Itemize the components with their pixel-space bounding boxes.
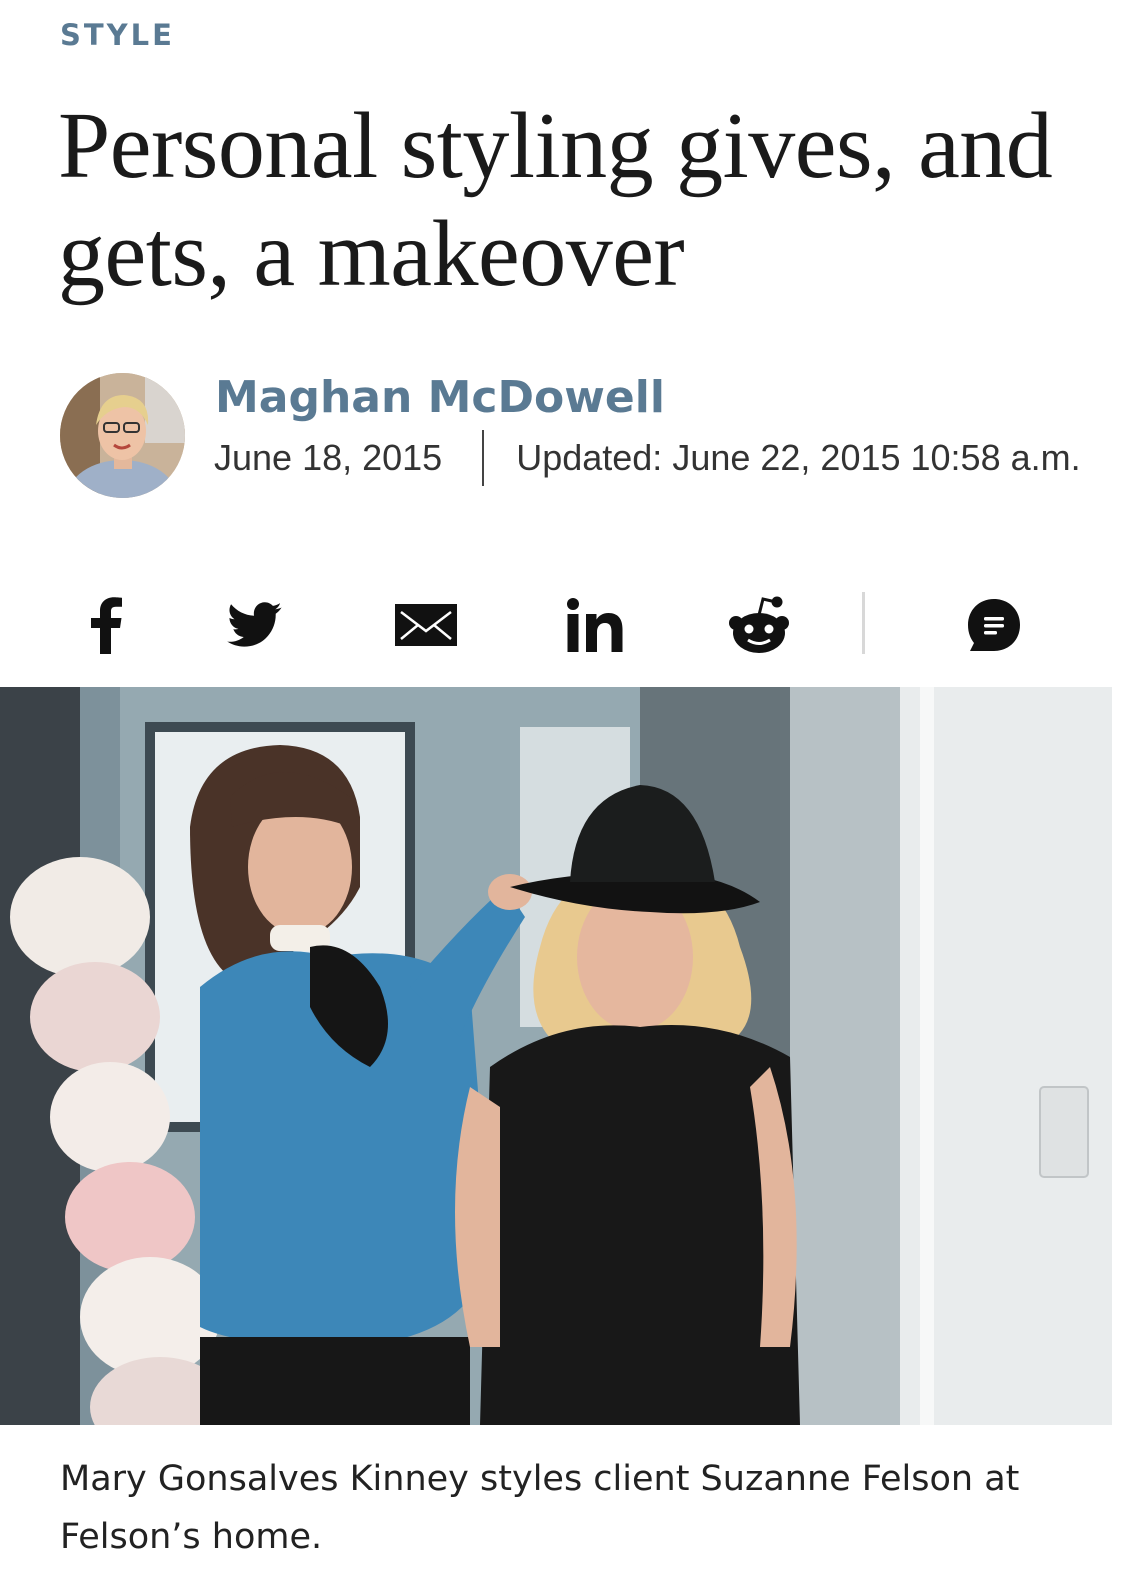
email-icon — [395, 604, 457, 646]
share-divider — [862, 592, 865, 654]
published-date: June 18, 2015 — [214, 437, 443, 478]
share-twitter-button[interactable] — [220, 590, 290, 660]
comments-button[interactable] — [962, 590, 1026, 660]
comment-icon — [968, 599, 1020, 651]
updated-date: Updated: June 22, 2015 10:58 a.m. — [516, 437, 1081, 478]
hero-image[interactable] — [0, 687, 1112, 1425]
reddit-icon — [729, 596, 789, 653]
facebook-icon — [91, 597, 122, 654]
author-avatar[interactable] — [60, 373, 185, 498]
image-caption: Mary Gonsalves Kinney styles client Suza… — [60, 1459, 1020, 1557]
section-label[interactable]: STYLE — [60, 18, 175, 52]
linkedin-icon — [567, 598, 623, 652]
article-dates: June 18, 2015 Updated: June 22, 2015 10:… — [214, 430, 1081, 486]
hero-photo — [0, 687, 1112, 1425]
share-linkedin-button[interactable] — [562, 590, 628, 660]
share-facebook-button[interactable] — [76, 590, 136, 660]
share-bar — [0, 590, 1125, 660]
date-divider — [482, 430, 485, 486]
twitter-icon — [227, 602, 282, 647]
author-name-link[interactable]: Maghan McDowell — [215, 372, 665, 423]
article-headline: Personal styling gives, and gets, a make… — [58, 94, 1053, 306]
share-reddit-button[interactable] — [726, 590, 792, 660]
share-email-button[interactable] — [390, 590, 462, 660]
author-photo — [60, 373, 185, 498]
